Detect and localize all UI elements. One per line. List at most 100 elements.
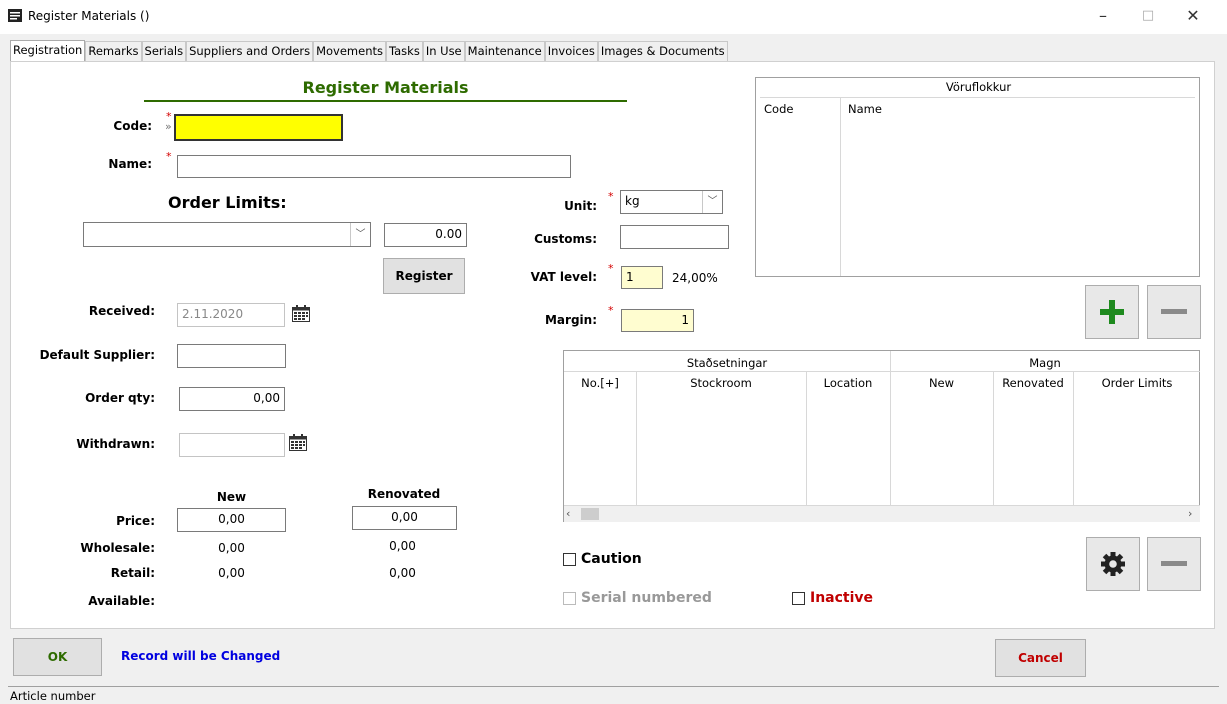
customs-input[interactable]	[620, 225, 729, 249]
unit-select[interactable]: kg ﹀	[620, 190, 723, 214]
tab-remarks[interactable]: Remarks	[85, 41, 142, 61]
category-grid[interactable]: Vöruflokkur Code Name	[755, 77, 1200, 277]
default-supplier-label: Default Supplier:	[39, 348, 155, 362]
serial-numbered-label: Serial numbered	[581, 590, 712, 606]
withdrawn-label: Withdrawn:	[76, 437, 155, 451]
order-qty-label: Order qty:	[85, 391, 155, 405]
wholesale-renovated-value: 0,00	[389, 539, 416, 553]
tab-maintenance[interactable]: Maintenance	[464, 41, 545, 61]
vat-required-marker: *	[608, 262, 614, 275]
record-status-message: Record will be Changed	[121, 649, 281, 663]
column-location[interactable]: Location	[806, 376, 890, 390]
tab-serials[interactable]: Serials	[141, 41, 187, 61]
cancel-button[interactable]: Cancel	[995, 639, 1086, 677]
caution-label: Caution	[581, 551, 642, 567]
name-required-marker: *	[166, 150, 172, 163]
tab-tasks[interactable]: Tasks	[386, 41, 423, 61]
chevron-down-icon[interactable]: ﹀	[702, 191, 722, 213]
status-bar: Article number	[8, 686, 1219, 704]
received-label: Received:	[88, 304, 155, 318]
window-title: Register Materials ()	[28, 9, 150, 23]
order-qty-input[interactable]: 0,00	[179, 387, 285, 411]
ok-button[interactable]: OK	[13, 638, 102, 676]
remove-location-button[interactable]	[1147, 537, 1201, 591]
price-renovated-input[interactable]: 0,00	[352, 506, 457, 530]
serial-numbered-checkbox[interactable]: Serial numbered	[563, 590, 712, 606]
calendar-icon[interactable]	[289, 434, 307, 451]
register-button[interactable]: Register	[383, 258, 465, 294]
column-order-limits[interactable]: Order Limits	[1073, 376, 1201, 390]
unit-select-value: kg	[625, 194, 640, 208]
price-header-renovated: Renovated	[367, 487, 441, 501]
wholesale-new-value: 0,00	[218, 541, 245, 555]
margin-label: Margin:	[544, 313, 597, 327]
retail-renovated-value: 0,00	[389, 566, 416, 580]
location-grid[interactable]: Staðsetningar Magn No.[+] Stockroom Loca…	[563, 350, 1200, 522]
unit-required-marker: *	[608, 190, 614, 203]
calendar-icon[interactable]	[292, 305, 310, 322]
default-supplier-input[interactable]	[177, 344, 286, 368]
plus-icon	[1100, 300, 1124, 324]
minimize-button[interactable]: –	[1088, 4, 1118, 28]
vat-percent-text: 24,00%	[672, 271, 718, 285]
close-button[interactable]: ✕	[1178, 4, 1208, 28]
tab-movements[interactable]: Movements	[313, 41, 386, 61]
scroll-right-icon[interactable]: ›	[1188, 507, 1192, 520]
column-no[interactable]: No.[+]	[564, 376, 636, 390]
form-heading: Register Materials	[302, 78, 469, 97]
name-input[interactable]	[177, 155, 571, 178]
caution-checkbox[interactable]: Caution	[563, 551, 642, 567]
inactive-label: Inactive	[810, 590, 874, 606]
app-icon	[8, 9, 22, 22]
scroll-left-icon[interactable]: ‹	[566, 507, 570, 520]
order-limits-heading: Order Limits:	[168, 193, 287, 212]
add-category-button[interactable]	[1085, 285, 1139, 339]
column-code[interactable]: Code	[764, 102, 793, 116]
chevron-down-icon[interactable]: ﹀	[350, 223, 370, 246]
received-date-input[interactable]: 2.11.2020	[177, 303, 285, 327]
tab-strip: Registration Remarks Serials Suppliers a…	[10, 40, 728, 62]
code-input[interactable]	[174, 114, 343, 141]
column-renovated[interactable]: Renovated	[993, 376, 1073, 390]
order-limits-value-input[interactable]: 0.00	[384, 223, 467, 247]
price-label: Price:	[116, 514, 155, 528]
vat-level-label: VAT level:	[530, 270, 597, 284]
maximize-button[interactable]: □	[1133, 4, 1163, 28]
minus-icon	[1161, 309, 1187, 314]
inactive-checkbox-box[interactable]	[792, 591, 805, 605]
settings-button[interactable]	[1086, 537, 1140, 591]
group-header-quantity: Magn	[1029, 356, 1061, 370]
retail-new-value: 0,00	[218, 566, 245, 580]
caution-checkbox-box[interactable]	[563, 552, 576, 566]
remove-category-button[interactable]	[1147, 285, 1201, 339]
tab-registration[interactable]: Registration	[10, 40, 86, 62]
scrollbar-thumb[interactable]	[581, 508, 599, 520]
serial-numbered-checkbox-box[interactable]	[563, 591, 576, 605]
tab-in-use[interactable]: In Use	[422, 41, 465, 61]
horizontal-scrollbar[interactable]: ‹ ›	[564, 505, 1200, 522]
column-stockroom[interactable]: Stockroom	[636, 376, 806, 390]
column-name[interactable]: Name	[848, 102, 882, 116]
customs-label: Customs:	[534, 232, 597, 246]
minus-icon	[1161, 561, 1187, 566]
inactive-checkbox[interactable]: Inactive	[792, 590, 873, 606]
wholesale-label: Wholesale:	[80, 541, 155, 555]
vat-level-input[interactable]: 1	[621, 266, 663, 289]
heading-underline	[144, 100, 627, 102]
tab-suppliers-and-orders[interactable]: Suppliers and Orders	[186, 41, 314, 61]
name-label: Name:	[108, 157, 152, 171]
unit-label: Unit:	[564, 199, 597, 213]
category-grid-title: Vöruflokkur	[945, 80, 1012, 94]
code-label: Code:	[113, 119, 152, 133]
tab-invoices[interactable]: Invoices	[544, 41, 598, 61]
column-new[interactable]: New	[890, 376, 993, 390]
order-limits-select[interactable]: ﹀	[83, 222, 371, 247]
price-new-input[interactable]: 0,00	[177, 508, 286, 532]
price-header-new: New	[216, 490, 247, 504]
margin-input[interactable]: 1	[621, 309, 694, 332]
withdrawn-date-input[interactable]	[179, 433, 285, 457]
code-focus-marker: »	[165, 120, 172, 133]
tab-images-documents[interactable]: Images & Documents	[597, 41, 728, 61]
group-header-locations: Staðsetningar	[686, 356, 768, 370]
margin-required-marker: *	[608, 304, 614, 317]
